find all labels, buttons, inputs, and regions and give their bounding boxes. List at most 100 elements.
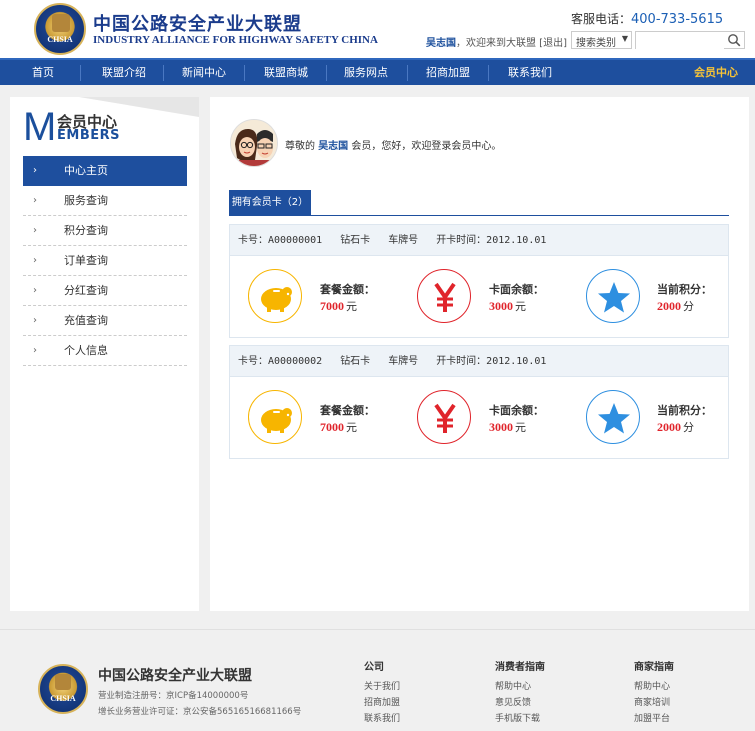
sidebar-item-label: 充值查询 [64,314,108,327]
nav-service-points[interactable]: 服务网点 [330,60,402,85]
tab-member-cards[interactable]: 拥有会员卡（2） [229,190,311,216]
member-card: 卡号：A00000001 钻石卡 车牌号 开卡时间：2012.10.01 套餐金额： … [229,224,729,338]
hotline-number: 400-733-5615 [631,12,724,27]
welcome-bar: 吴志国，欢迎来到大联盟 [退出] [426,34,567,49]
card-balance-value: 3000 [489,420,513,434]
card-balance-unit: 元 [515,301,526,313]
card-balance-label: 卡面余额： [489,404,544,417]
points-label: 当前积分： [657,404,712,417]
nav-divider [244,65,245,81]
card-balance-unit: 元 [515,422,526,434]
hotline-label: 客服电话： [571,12,632,26]
seal-emblem-icon [55,674,71,690]
sidebar-item-orders[interactable]: › 订单查询 [23,246,187,276]
card-level: 钻石卡 [340,235,371,246]
avatar [230,119,278,167]
footer-link[interactable]: 帮助中心 [495,679,545,695]
package-amount-value: 7000 [320,299,344,313]
sidebar-menu: › 中心主页 › 服务查询 › 积分查询 › 订单查询 › 分红查询 › 充值查询 › 个人信… [23,156,187,366]
card-balance-label: 卡面余额： [489,283,544,296]
footer-license-2: 增长业务营业许可证：京公安备56516516681166号 [98,707,302,717]
points-value: 2000 [657,299,681,313]
points-unit: 分 [683,422,694,434]
tab-bar: 拥有会员卡（2） [229,190,729,216]
footer-link[interactable]: 手机版下载 [495,711,545,727]
header: CHSIA 中国公路安全产业大联盟 INDUSTRY ALLIANCE FOR … [0,0,755,58]
nav-divider [407,65,408,81]
card-balance: 3000 元 [489,419,526,435]
footer-link[interactable]: 联系我们 [364,711,400,727]
nav-mall[interactable]: 联盟商城 [250,60,322,85]
welcome-text[interactable]: ，欢迎来到大联盟 [退出] [456,38,567,49]
footer-link[interactable]: 关于我们 [364,679,400,695]
chsia-logo[interactable]: CHSIA [34,3,86,55]
nav-member-center[interactable]: 会员中心 [683,60,749,85]
chevron-right-icon: › [33,225,37,236]
couple-avatar-icon [231,120,277,166]
yen-icon [417,269,471,323]
sidebar-item-dividends[interactable]: › 分红查询 [23,276,187,306]
star-icon [586,390,640,444]
caret-down-icon: ▼ [621,34,628,43]
nav-home[interactable]: 首页 [14,60,72,85]
search-category-value: 搜索类别 [576,38,616,49]
chevron-right-icon: › [33,345,37,356]
greeting-suffix: 会员，您好，欢迎登录会员中心。 [351,141,502,152]
points: 2000 分 [657,298,694,314]
sidebar-item-service[interactable]: › 服务查询 [23,186,187,216]
logo-text: CHSIA [47,35,73,44]
footer-link[interactable]: 意见反馈 [495,695,545,711]
footer-license-1: 营业制造注册号：京ICP备14000000号 [98,691,249,701]
brand-title-cn: 中国公路安全产业大联盟 [93,14,302,35]
card-header: 卡号：A00000001 钻石卡 车牌号 开卡时间：2012.10.01 [230,225,728,256]
card-level: 钻石卡 [340,356,371,367]
yen-icon [417,390,471,444]
package-amount-value: 7000 [320,420,344,434]
package-amount-label: 套餐金额： [320,283,375,296]
card-header: 卡号：A00000002 钻石卡 车牌号 开卡时间：2012.10.01 [230,346,728,377]
sidebar-item-profile[interactable]: › 个人信息 [23,336,187,366]
package-amount-unit: 元 [346,301,357,313]
footer-col-consumer: 消费者指南 帮助中心 意见反馈 手机版下载 [495,658,545,727]
package-amount: 7000 元 [320,298,357,314]
footer-col-title: 商家指南 [634,662,674,673]
footer-link[interactable]: 招商加盟 [364,695,400,711]
points-unit: 分 [683,301,694,313]
footer-link[interactable]: 加盟平台 [634,711,674,727]
points-label: 当前积分： [657,283,712,296]
hotline: 客服电话：400-733-5615 [571,10,723,27]
nav-about[interactable]: 联盟介绍 [88,60,160,85]
footer-col-title: 公司 [364,662,384,673]
members-logo-letter: M [23,105,57,149]
chevron-right-icon: › [33,195,37,206]
brand-title-en: INDUSTRY ALLIANCE FOR HIGHWAY SAFETY CHI… [93,34,378,46]
nav-news[interactable]: 新闻中心 [168,60,240,85]
footer-logo: CHSIA [38,664,88,714]
nav-franchise[interactable]: 招商加盟 [412,60,484,85]
card-open-date: 开卡时间：2012.10.01 [436,356,547,367]
greeting-user-name[interactable]: 吴志国 [318,141,348,152]
package-amount: 7000 元 [320,419,357,435]
member-card: 卡号：A00000002 钻石卡 车牌号 开卡时间：2012.10.01 套餐金额： … [229,345,729,459]
nav-contact[interactable]: 联系我们 [494,60,566,85]
package-amount-label: 套餐金额： [320,404,375,417]
sidebar-item-recharge[interactable]: › 充值查询 [23,306,187,336]
search-category-select[interactable]: 搜索类别 ▼ [571,31,632,49]
search-box [635,31,745,49]
footer-link[interactable]: 商家培训 [634,695,674,711]
sidebar: M 会员中心 EMBERS › 中心主页 › 服务查询 › 积分查询 › 订单查询 › 分… [10,97,199,611]
sidebar-item-label: 服务查询 [64,194,108,207]
card-balance-value: 3000 [489,299,513,313]
footer-col-title: 消费者指南 [495,662,545,673]
search-input[interactable] [636,32,724,49]
sidebar-subtitle: EMBERS [57,128,120,143]
user-name-link[interactable]: 吴志国 [426,38,456,49]
sidebar-item-home[interactable]: › 中心主页 [23,156,187,186]
search-icon[interactable] [727,33,741,47]
footer-link[interactable]: 帮助中心 [634,679,674,695]
chevron-right-icon: › [33,165,37,176]
card-balance: 3000 元 [489,298,526,314]
chevron-right-icon: › [33,255,37,266]
greeting-text: 尊敬的 吴志国 会员，您好，欢迎登录会员中心。 [285,137,501,152]
sidebar-item-points[interactable]: › 积分查询 [23,216,187,246]
